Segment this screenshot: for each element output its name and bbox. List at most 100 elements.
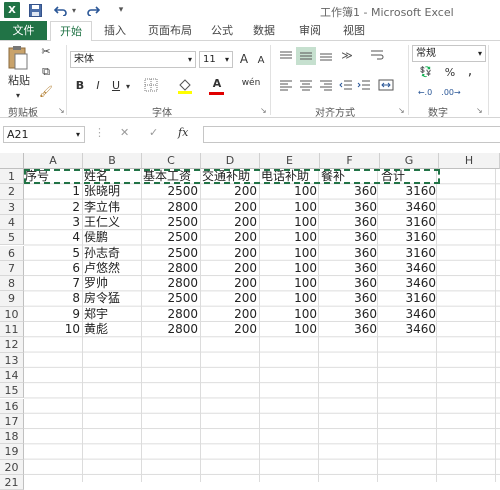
column-header-b[interactable]: B [83,153,142,169]
row-header[interactable]: 17 [0,413,24,430]
insert-function-button[interactable]: fx [178,126,188,139]
column-header-h[interactable]: H [439,153,500,169]
row-header[interactable]: 15 [0,383,24,399]
table-cell[interactable]: 3160 [380,291,436,306]
table-cell[interactable]: 4 [24,230,80,245]
row-header[interactable]: 7 [0,260,24,277]
row-header[interactable]: 10 [0,306,24,322]
table-cell[interactable]: 3460 [380,322,436,337]
wrap-text-icon[interactable] [368,49,386,65]
tab-insert[interactable]: 插入 [96,21,134,40]
table-cell[interactable]: 100 [260,307,317,322]
table-cell[interactable]: 张晓明 [84,184,140,199]
table-cell[interactable]: 1 [24,184,80,199]
table-cell[interactable]: 200 [201,261,257,276]
table-cell[interactable]: 360 [320,215,377,230]
table-cell[interactable]: 3160 [380,215,436,230]
table-cell[interactable]: 3460 [380,276,436,291]
row-header[interactable]: 14 [0,367,24,384]
align-top-icon[interactable] [278,50,294,66]
table-cell[interactable]: 6 [24,261,80,276]
fill-color-icon[interactable] [176,78,194,98]
table-cell[interactable]: 罗帅 [84,276,140,291]
table-cell[interactable]: 100 [260,230,317,245]
row-header[interactable]: 19 [0,444,24,460]
enter-icon[interactable]: ✓ [149,126,158,139]
undo-dropdown-icon[interactable]: ▾ [70,2,78,18]
row-header[interactable]: 13 [0,352,24,368]
font-color-icon[interactable]: A [210,77,224,91]
tab-file[interactable]: 文件 [0,21,47,40]
decrease-decimal-icon[interactable]: .00→ [440,86,462,100]
increase-indent-icon[interactable] [356,79,372,95]
table-cell[interactable]: 360 [320,261,377,276]
column-header-g[interactable]: G [380,153,439,169]
row-header[interactable]: 20 [0,459,24,475]
column-header-e[interactable]: E [260,153,320,169]
orientation-icon[interactable]: ≫ [338,49,356,63]
borders-icon[interactable] [142,78,160,96]
percent-style-button[interactable]: % [444,66,456,80]
row-header[interactable]: 5 [0,230,24,246]
table-cell[interactable]: 3160 [380,246,436,261]
row-header[interactable]: 2 [0,184,24,200]
tab-data[interactable]: 数据 [244,21,284,40]
row-header[interactable]: 4 [0,214,24,231]
table-cell[interactable]: 侯鹏 [84,230,140,245]
table-cell[interactable]: 100 [260,184,317,199]
grow-font-icon[interactable]: A [237,52,251,66]
row-header[interactable]: 3 [0,199,24,215]
align-left-icon[interactable] [278,79,294,95]
table-cell[interactable]: 360 [320,291,377,306]
undo-icon[interactable] [54,2,68,18]
table-cell[interactable]: 360 [320,246,377,261]
font-size-select[interactable]: 11 ▾ [199,51,233,68]
table-cell[interactable]: 200 [201,276,257,291]
column-header-d[interactable]: D [201,153,260,169]
table-cell[interactable]: 200 [201,322,257,337]
table-cell[interactable]: 3160 [380,184,436,199]
tab-formulas[interactable]: 公式 [204,21,240,40]
format-painter-icon[interactable]: 🖌 [38,85,54,99]
table-cell[interactable]: 2 [24,200,80,215]
header-cell[interactable]: 合计 [381,169,437,184]
row-header[interactable]: 8 [0,276,24,292]
table-cell[interactable]: 2800 [142,307,198,322]
merge-center-icon[interactable] [376,79,396,95]
header-cell[interactable]: 姓名 [84,169,140,184]
underline-dropdown-icon[interactable]: ▾ [124,80,132,94]
paste-dropdown-icon[interactable]: ▾ [6,89,30,103]
accounting-format-icon[interactable]: 💱 [414,66,438,80]
table-cell[interactable]: 2500 [142,246,198,261]
header-cell[interactable]: 餐补 [321,169,378,184]
table-cell[interactable]: 360 [320,307,377,322]
table-cell[interactable]: 10 [24,322,80,337]
row-header[interactable]: 12 [0,337,24,353]
table-cell[interactable]: 360 [320,184,377,199]
table-cell[interactable]: 李立伟 [84,200,140,215]
table-cell[interactable]: 200 [201,184,257,199]
table-cell[interactable]: 360 [320,322,377,337]
decrease-indent-icon[interactable] [338,79,354,95]
alignment-launcher-icon[interactable]: ↘ [398,106,405,115]
italic-button[interactable]: I [92,79,104,93]
table-cell[interactable]: 200 [201,200,257,215]
table-cell[interactable]: 100 [260,261,317,276]
column-header-c[interactable]: C [142,153,201,169]
table-cell[interactable]: 王仁义 [84,215,140,230]
align-bottom-icon[interactable] [318,50,334,66]
tab-home[interactable]: 开始 [50,21,92,42]
table-cell[interactable]: 2500 [142,215,198,230]
font-name-select[interactable]: 宋体 ▾ [70,51,196,68]
table-cell[interactable]: 房令猛 [84,291,140,306]
table-cell[interactable]: 100 [260,276,317,291]
clipboard-launcher-icon[interactable]: ↘ [58,106,65,115]
align-center-icon[interactable] [298,79,314,95]
table-cell[interactable]: 360 [320,230,377,245]
table-cell[interactable]: 7 [24,276,80,291]
number-launcher-icon[interactable]: ↘ [476,106,483,115]
paste-button-label[interactable]: 粘贴 [4,74,34,88]
cancel-icon[interactable]: ✕ [120,126,129,139]
name-box[interactable]: A21 ▾ [3,126,85,143]
table-cell[interactable]: 3460 [380,307,436,322]
